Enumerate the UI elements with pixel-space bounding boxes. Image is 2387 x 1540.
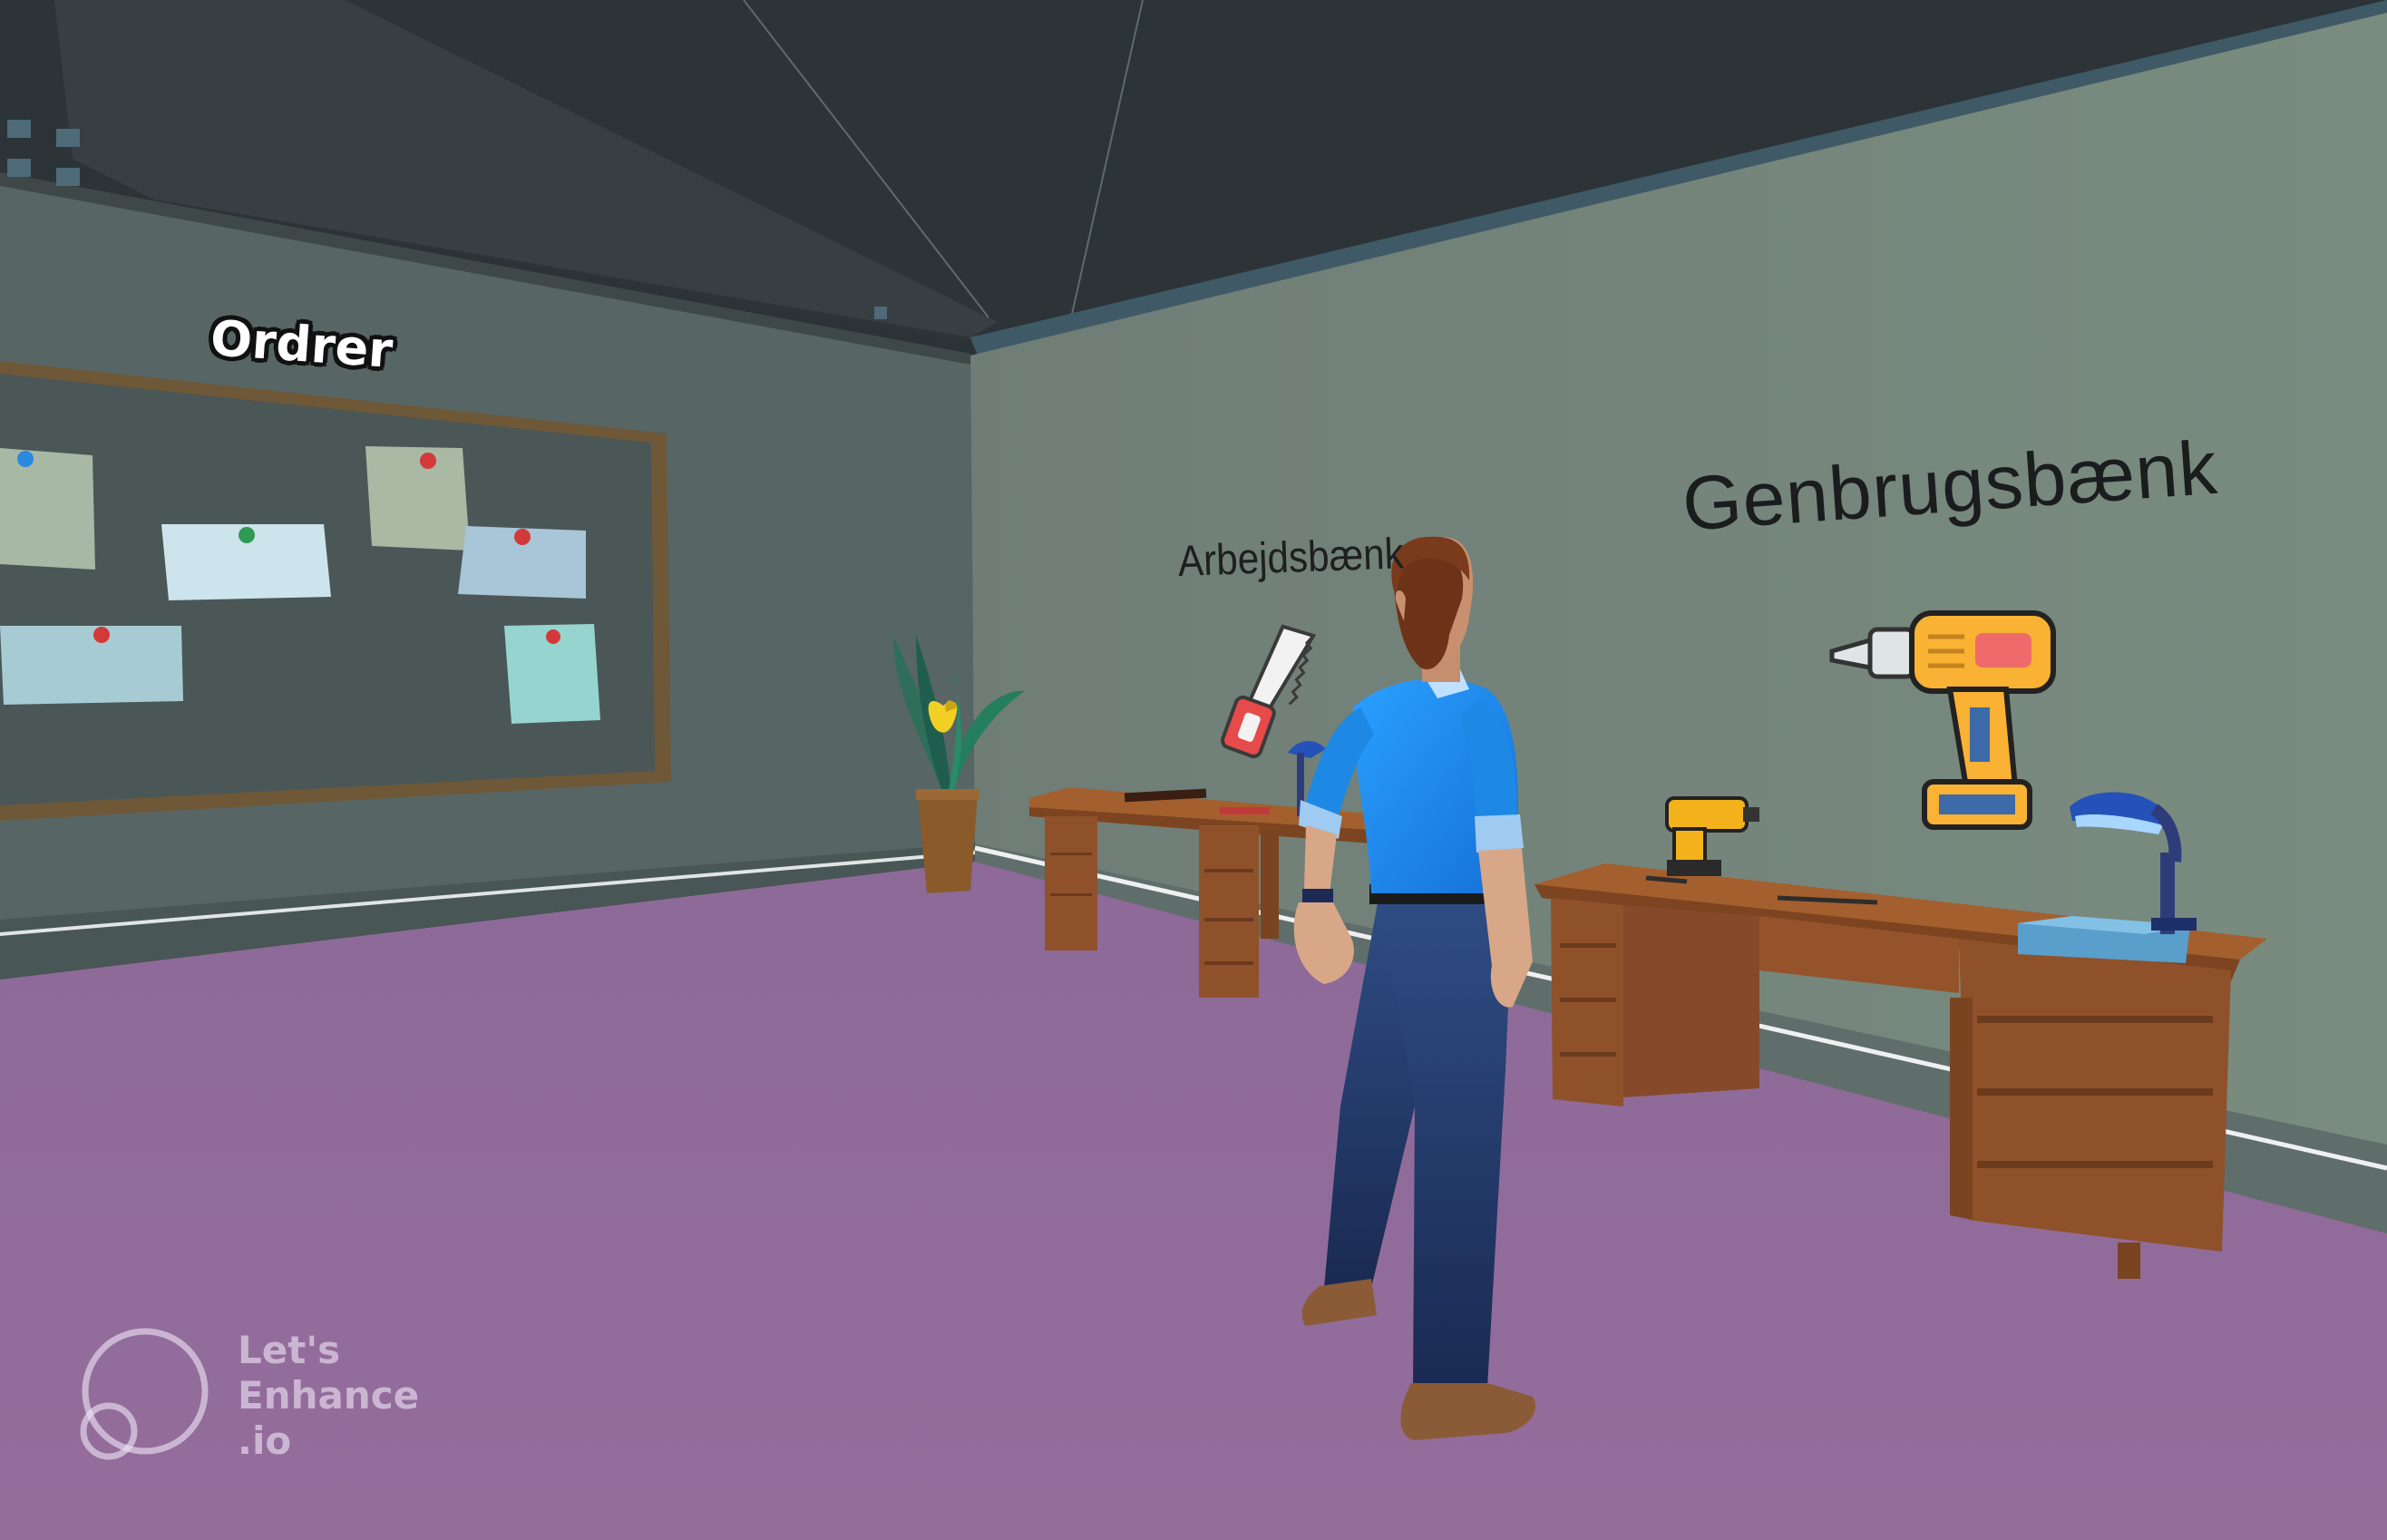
watermark-line1: Let's xyxy=(238,1328,341,1372)
order-note[interactable] xyxy=(161,524,331,600)
workbench-sign: Arbejdsbænk xyxy=(1177,530,1405,586)
watermark-line2: Enhance xyxy=(238,1373,420,1418)
order-note[interactable] xyxy=(365,446,470,551)
order-note[interactable] xyxy=(0,448,95,570)
order-note[interactable] xyxy=(458,526,586,599)
game-viewport[interactable]: Ordrer Arbejdsbænk Genbrugsbænk Let's En… xyxy=(0,0,2387,1540)
watermark-line3: .io xyxy=(238,1418,292,1463)
watermark: Let's Enhance .io xyxy=(76,1326,457,1471)
watermark-text: Let's Enhance .io xyxy=(238,1328,419,1464)
order-note[interactable] xyxy=(504,624,600,724)
scene-render xyxy=(0,0,2387,1540)
order-board[interactable] xyxy=(0,361,671,821)
order-note[interactable] xyxy=(0,626,183,705)
watermark-logo-icon xyxy=(80,1328,209,1460)
